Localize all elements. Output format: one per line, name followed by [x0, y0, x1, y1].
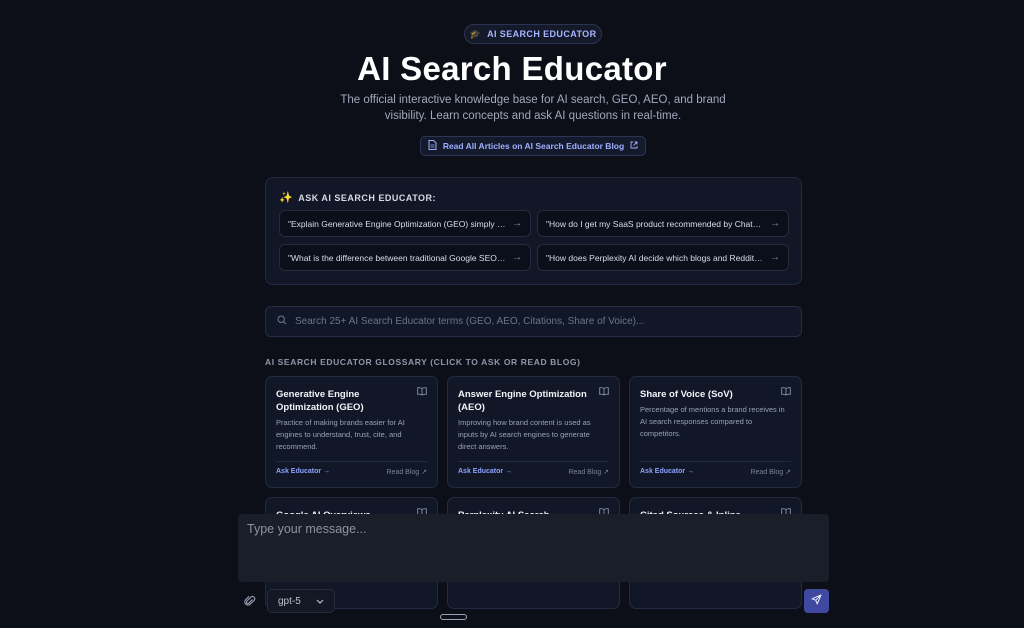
glossary-card[interactable]: Answer Engine Optimization (AEO) Improvi… [447, 376, 620, 488]
ask-educator-link[interactable]: Ask Educator → [458, 468, 512, 475]
glossary-card[interactable]: Generative Engine Optimization (GEO) Pra… [265, 376, 438, 488]
arrow-right-icon: → [512, 252, 522, 263]
read-blog-link[interactable]: Read Blog ↗ [750, 468, 791, 476]
model-selector[interactable]: gpt-5 [267, 589, 335, 613]
send-icon [811, 594, 822, 608]
page-title: AI Search Educator [357, 50, 667, 87]
prompt-text: "How do I get my SaaS product recommende… [546, 218, 764, 229]
arrow-right-icon: → [770, 218, 780, 229]
book-icon [417, 387, 427, 399]
book-icon [599, 387, 609, 399]
scroll-indicator[interactable] [440, 614, 467, 620]
prompt-text: "Explain Generative Engine Optimization … [288, 218, 506, 229]
read-blog-button[interactable]: Read All Articles on AI Search Educator … [420, 136, 646, 156]
card-description: Improving how brand content is used as i… [458, 418, 591, 451]
glossary-label: AI SEARCH EDUCATOR GLOSSARY (CLICK TO AS… [265, 357, 581, 367]
model-label: gpt-5 [278, 595, 301, 607]
ask-educator-link[interactable]: Ask Educator → [276, 468, 330, 475]
search-icon [277, 315, 287, 328]
suggested-prompt[interactable]: "How does Perplexity AI decide which blo… [537, 244, 789, 271]
read-blog-link[interactable]: Read Blog ↗ [568, 468, 609, 476]
read-blog-link[interactable]: Read Blog ↗ [386, 468, 427, 476]
card-description: Practice of making brands easier for AI … [276, 418, 405, 451]
prompt-text: "What is the difference between traditio… [288, 252, 506, 263]
read-blog-label: Read All Articles on AI Search Educator … [442, 141, 625, 151]
prompt-text: "How does Perplexity AI decide which blo… [546, 252, 764, 263]
book-icon [781, 387, 791, 399]
arrow-right-icon: → [512, 218, 522, 229]
ask-heading-label: ASK AI SEARCH EDUCATOR: [298, 192, 437, 203]
page-subtitle: The official interactive knowledge base … [340, 94, 726, 122]
header-badge: 🎓 AI SEARCH EDUCATOR [464, 24, 602, 44]
card-footer: Ask Educator → Read Blog ↗ [458, 461, 609, 481]
glossary-card[interactable]: Share of Voice (SoV) Percentage of menti… [629, 376, 802, 488]
card-title: Share of Voice (SoV) [640, 389, 733, 400]
paperclip-icon[interactable] [241, 592, 259, 610]
external-link-icon [630, 141, 638, 151]
arrow-right-icon: → [770, 252, 780, 263]
card-footer: Ask Educator → Read Blog ↗ [640, 461, 791, 481]
page: 🎓 AI SEARCH EDUCATOR AI Search Educator … [0, 0, 1024, 628]
document-icon [428, 140, 437, 152]
ask-educator-link[interactable]: Ask Educator → [640, 468, 694, 475]
card-footer: Ask Educator → Read Blog ↗ [276, 461, 427, 481]
ask-panel: ✨ ASK AI SEARCH EDUCATOR: "Explain Gener… [265, 177, 802, 285]
ask-heading: ✨ ASK AI SEARCH EDUCATOR: [279, 191, 436, 204]
message-input[interactable] [247, 522, 817, 574]
suggested-prompt[interactable]: "What is the difference between traditio… [279, 244, 531, 271]
search-input[interactable] [295, 316, 790, 327]
chat-composer [238, 514, 829, 582]
card-title: Answer Engine Optimization (AEO) [458, 389, 587, 413]
chevron-down-icon [316, 597, 324, 606]
badge-label: AI SEARCH EDUCATOR [487, 29, 597, 39]
glossary-search [265, 306, 802, 337]
card-description: Percentage of mentions a brand receives … [640, 405, 785, 438]
graduation-cap-icon: 🎓 [469, 28, 482, 39]
send-button[interactable] [804, 589, 829, 613]
suggested-prompt[interactable]: "How do I get my SaaS product recommende… [537, 210, 789, 237]
card-title: Generative Engine Optimization (GEO) [276, 389, 364, 413]
suggested-prompt[interactable]: "Explain Generative Engine Optimization … [279, 210, 531, 237]
sparkles-icon: ✨ [279, 192, 294, 204]
